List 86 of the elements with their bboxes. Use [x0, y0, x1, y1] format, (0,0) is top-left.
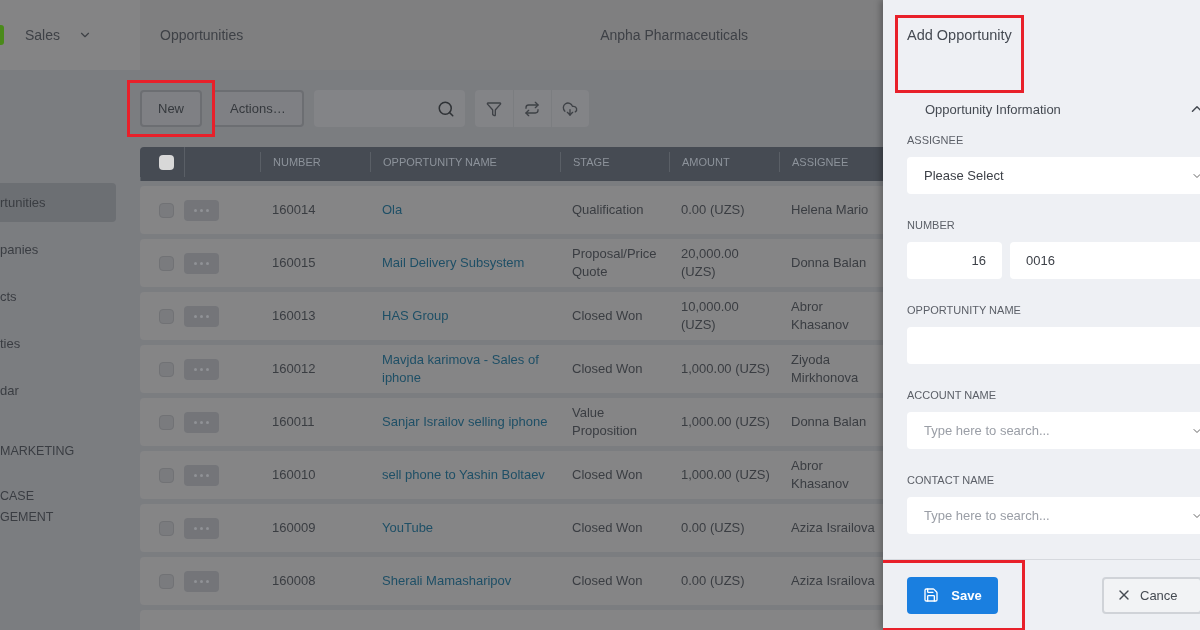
field-label: OPPORTUNITY NAME — [907, 304, 1021, 316]
company-name: Anpha Pharmaceuticals — [600, 27, 748, 43]
sidebar-item[interactable]: ties — [0, 324, 116, 363]
table-cell-text: Abror Khasanov — [790, 457, 850, 493]
search-field[interactable] — [313, 90, 465, 127]
sidebar-item[interactable]: CASE — [0, 487, 116, 505]
opportunity-link[interactable]: Mail Delivery Subsystem — [370, 254, 560, 272]
column-header: OPPORTUNITY NAME — [383, 156, 497, 168]
row-menu-button[interactable] — [184, 570, 219, 592]
column-header: STAGE — [573, 156, 610, 168]
panel-title: Add Opportunity — [907, 27, 1012, 45]
save-button[interactable]: Save — [907, 576, 998, 614]
row-menu-button[interactable] — [184, 252, 219, 274]
row-menu-button[interactable] — [184, 358, 219, 380]
row-menu-button[interactable] — [184, 517, 219, 539]
table-cell-text: Closed Won — [571, 466, 644, 484]
table-cell-text: 1,000.00 (UZS) — [680, 466, 771, 484]
row-menu-button[interactable] — [184, 199, 219, 221]
opportunity-link[interactable]: HAS Group — [370, 307, 560, 325]
table-cell-text: 160009 — [271, 519, 317, 537]
opportunity-link[interactable]: Sherali Mamasharipov — [370, 572, 560, 590]
logo-icon — [0, 25, 4, 45]
search-icon — [436, 99, 455, 118]
table-cell-text: 1,000.00 (UZS) — [680, 413, 771, 431]
table-cell-text: Aziza Israilova — [790, 572, 876, 590]
table-cell-text: 20,000.00 (UZS) — [680, 245, 740, 281]
field-label: NUMBER — [907, 219, 955, 231]
table-cell-text: 160013 — [271, 307, 317, 325]
search-select-field[interactable]: Type here to search... — [907, 412, 1200, 449]
table-cell-text: Value Proposition — [571, 404, 639, 440]
column-header: AMOUNT — [682, 156, 730, 168]
table-cell-text: 160015 — [271, 254, 317, 272]
number-field[interactable]: 0016 — [1010, 242, 1200, 279]
sidebar-item[interactable]: cts — [0, 277, 116, 316]
table-cell-text: 160012 — [271, 360, 317, 378]
row-menu-button[interactable] — [184, 305, 219, 327]
table-cell-text: 0.00 (UZS) — [680, 572, 746, 590]
table-cell-text: 10,000.00 (UZS) — [680, 298, 740, 334]
page-title: Opportunities — [160, 27, 244, 43]
row-menu-button[interactable] — [184, 411, 219, 433]
table-cell-text: Donna Balan — [790, 254, 868, 272]
table-cell-text: 160008 — [271, 572, 317, 590]
table-cell-text: Donna Balan — [790, 413, 868, 431]
table-cell-text: 160010 — [271, 466, 317, 484]
opportunity-link[interactable]: YouTube — [370, 519, 560, 537]
sidebar-item[interactable]: MARKETING — [0, 442, 116, 460]
table-cell-text: 160011 — [271, 413, 316, 431]
table-cell-text: Qualification — [571, 201, 645, 219]
field-label: ACCOUNT NAME — [907, 389, 997, 401]
table-cell-text: 160014 — [271, 201, 317, 219]
table-cell-text: 0.00 (UZS) — [680, 201, 746, 219]
table-cell-text: Ziyoda Mirkhonova — [790, 351, 860, 387]
actions-button[interactable]: Actions… — [212, 90, 304, 127]
swap-arrows-icon — [524, 100, 541, 117]
table-cell-text: Abror Khasanov — [790, 298, 850, 334]
table-cell-text: Closed Won — [571, 307, 644, 325]
sidebar-item[interactable]: dar — [0, 371, 116, 410]
cancel-button[interactable]: Cance — [1102, 576, 1200, 614]
opportunity-link[interactable]: Mavjda karimova - Sales of iphone — [370, 351, 560, 387]
table-cell-text: Proposal/Price Quote — [571, 245, 658, 281]
column-header: NUMBER — [273, 156, 321, 168]
row-menu-button[interactable] — [184, 464, 219, 486]
cloud-download-icon — [562, 100, 579, 117]
sidebar-item[interactable]: GEMENT — [0, 508, 116, 526]
opportunity-link[interactable]: sell phone to Yashin Boltaev — [370, 466, 560, 484]
table-cell-text: 1,000.00 (UZS) — [680, 360, 771, 378]
field-label: CONTACT NAME — [907, 474, 994, 486]
filter-icon — [485, 100, 502, 117]
section-toggle[interactable]: Opportunity Information — [883, 92, 1200, 126]
field-label: ASSIGNEE — [907, 134, 964, 146]
prefix-field[interactable]: 16 — [907, 242, 1002, 279]
table-cell-text: Closed Won — [571, 572, 644, 590]
column-header: ASSIGNEE — [792, 156, 849, 168]
table-cell-text: Helena Mario — [790, 201, 870, 219]
select-field[interactable]: Please Select — [907, 157, 1200, 194]
new-button[interactable]: New — [140, 90, 202, 127]
search-select-field[interactable]: Type here to search... — [907, 497, 1200, 534]
select-all-checkbox[interactable] — [159, 154, 174, 170]
table-cell-text: Closed Won — [571, 360, 644, 378]
opportunity-link[interactable]: Ola — [370, 201, 560, 219]
table-cell-text: Closed Won — [571, 519, 644, 537]
module-name[interactable]: Sales — [25, 27, 61, 43]
sidebar-item[interactable]: panies — [0, 230, 116, 269]
table-cell-text: Aziza Israilova — [790, 519, 876, 537]
table-cell-text: 0.00 (UZS) — [680, 519, 746, 537]
opportunity-link[interactable]: Sanjar Israilov selling iphone — [370, 413, 560, 431]
